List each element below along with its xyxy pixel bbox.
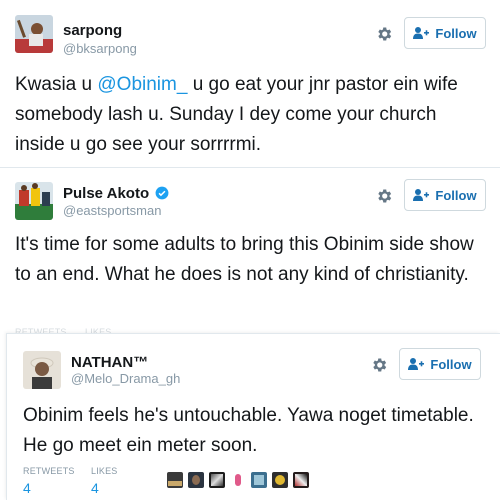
gear-icon[interactable]	[375, 187, 393, 205]
gear-icon[interactable]	[370, 356, 388, 374]
follow-button[interactable]: Follow	[404, 17, 486, 49]
verified-badge-icon	[155, 186, 169, 200]
tweet-card: Pulse Akoto @eastsportsman Follow It's t…	[0, 170, 500, 343]
follow-button[interactable]: Follow	[404, 179, 486, 211]
follow-label: Follow	[435, 187, 477, 203]
follow-label: Follow	[435, 25, 477, 41]
liker-avatar[interactable]	[251, 472, 267, 488]
add-user-icon	[413, 27, 430, 39]
liker-avatar[interactable]	[167, 472, 183, 488]
tweet-text: Kwasia u @Obinim_ u go eat your jnr past…	[15, 70, 485, 160]
mention-link[interactable]: @Obinim_	[97, 74, 187, 95]
avatar[interactable]	[23, 351, 61, 389]
tweet-card: sarpong @bksarpong Follow Kwasia u @Obin…	[0, 0, 500, 168]
liker-avatar[interactable]	[188, 472, 204, 488]
user-name[interactable]: NATHAN™	[71, 354, 148, 371]
tweet-card: NATHAN™ @Melo_Drama_gh Follow Obinim fee…	[6, 333, 500, 500]
user-handle[interactable]: @eastsportsman	[63, 203, 161, 218]
user-name[interactable]: Pulse Akoto	[63, 185, 169, 202]
liker-avatar[interactable]	[293, 472, 309, 488]
follow-button[interactable]: Follow	[399, 348, 481, 380]
liker-avatar[interactable]	[230, 472, 246, 488]
follow-label: Follow	[430, 356, 472, 372]
user-name-text: Pulse Akoto	[63, 185, 150, 202]
user-handle[interactable]: @Melo_Drama_gh	[71, 371, 180, 386]
retweets-count[interactable]: 4	[23, 480, 31, 496]
tweet-text: It's time for some adults to bring this …	[15, 234, 474, 285]
add-user-icon	[413, 189, 430, 201]
add-user-icon	[408, 358, 425, 370]
tweet-text-part: Kwasia u	[15, 74, 98, 95]
retweets-label: RETWEETS	[23, 466, 75, 476]
likes-label: LIKES	[91, 466, 118, 476]
liker-avatar[interactable]	[272, 472, 288, 488]
gear-icon[interactable]	[375, 25, 393, 43]
user-name[interactable]: sarpong	[63, 22, 122, 39]
avatar[interactable]	[15, 182, 53, 220]
liker-avatar[interactable]	[209, 472, 225, 488]
likes-count[interactable]: 4	[91, 480, 99, 496]
tweet-text: Obinim feels he's untouchable. Yawa noge…	[23, 405, 474, 456]
avatar[interactable]	[15, 15, 53, 53]
user-handle[interactable]: @bksarpong	[63, 41, 137, 56]
